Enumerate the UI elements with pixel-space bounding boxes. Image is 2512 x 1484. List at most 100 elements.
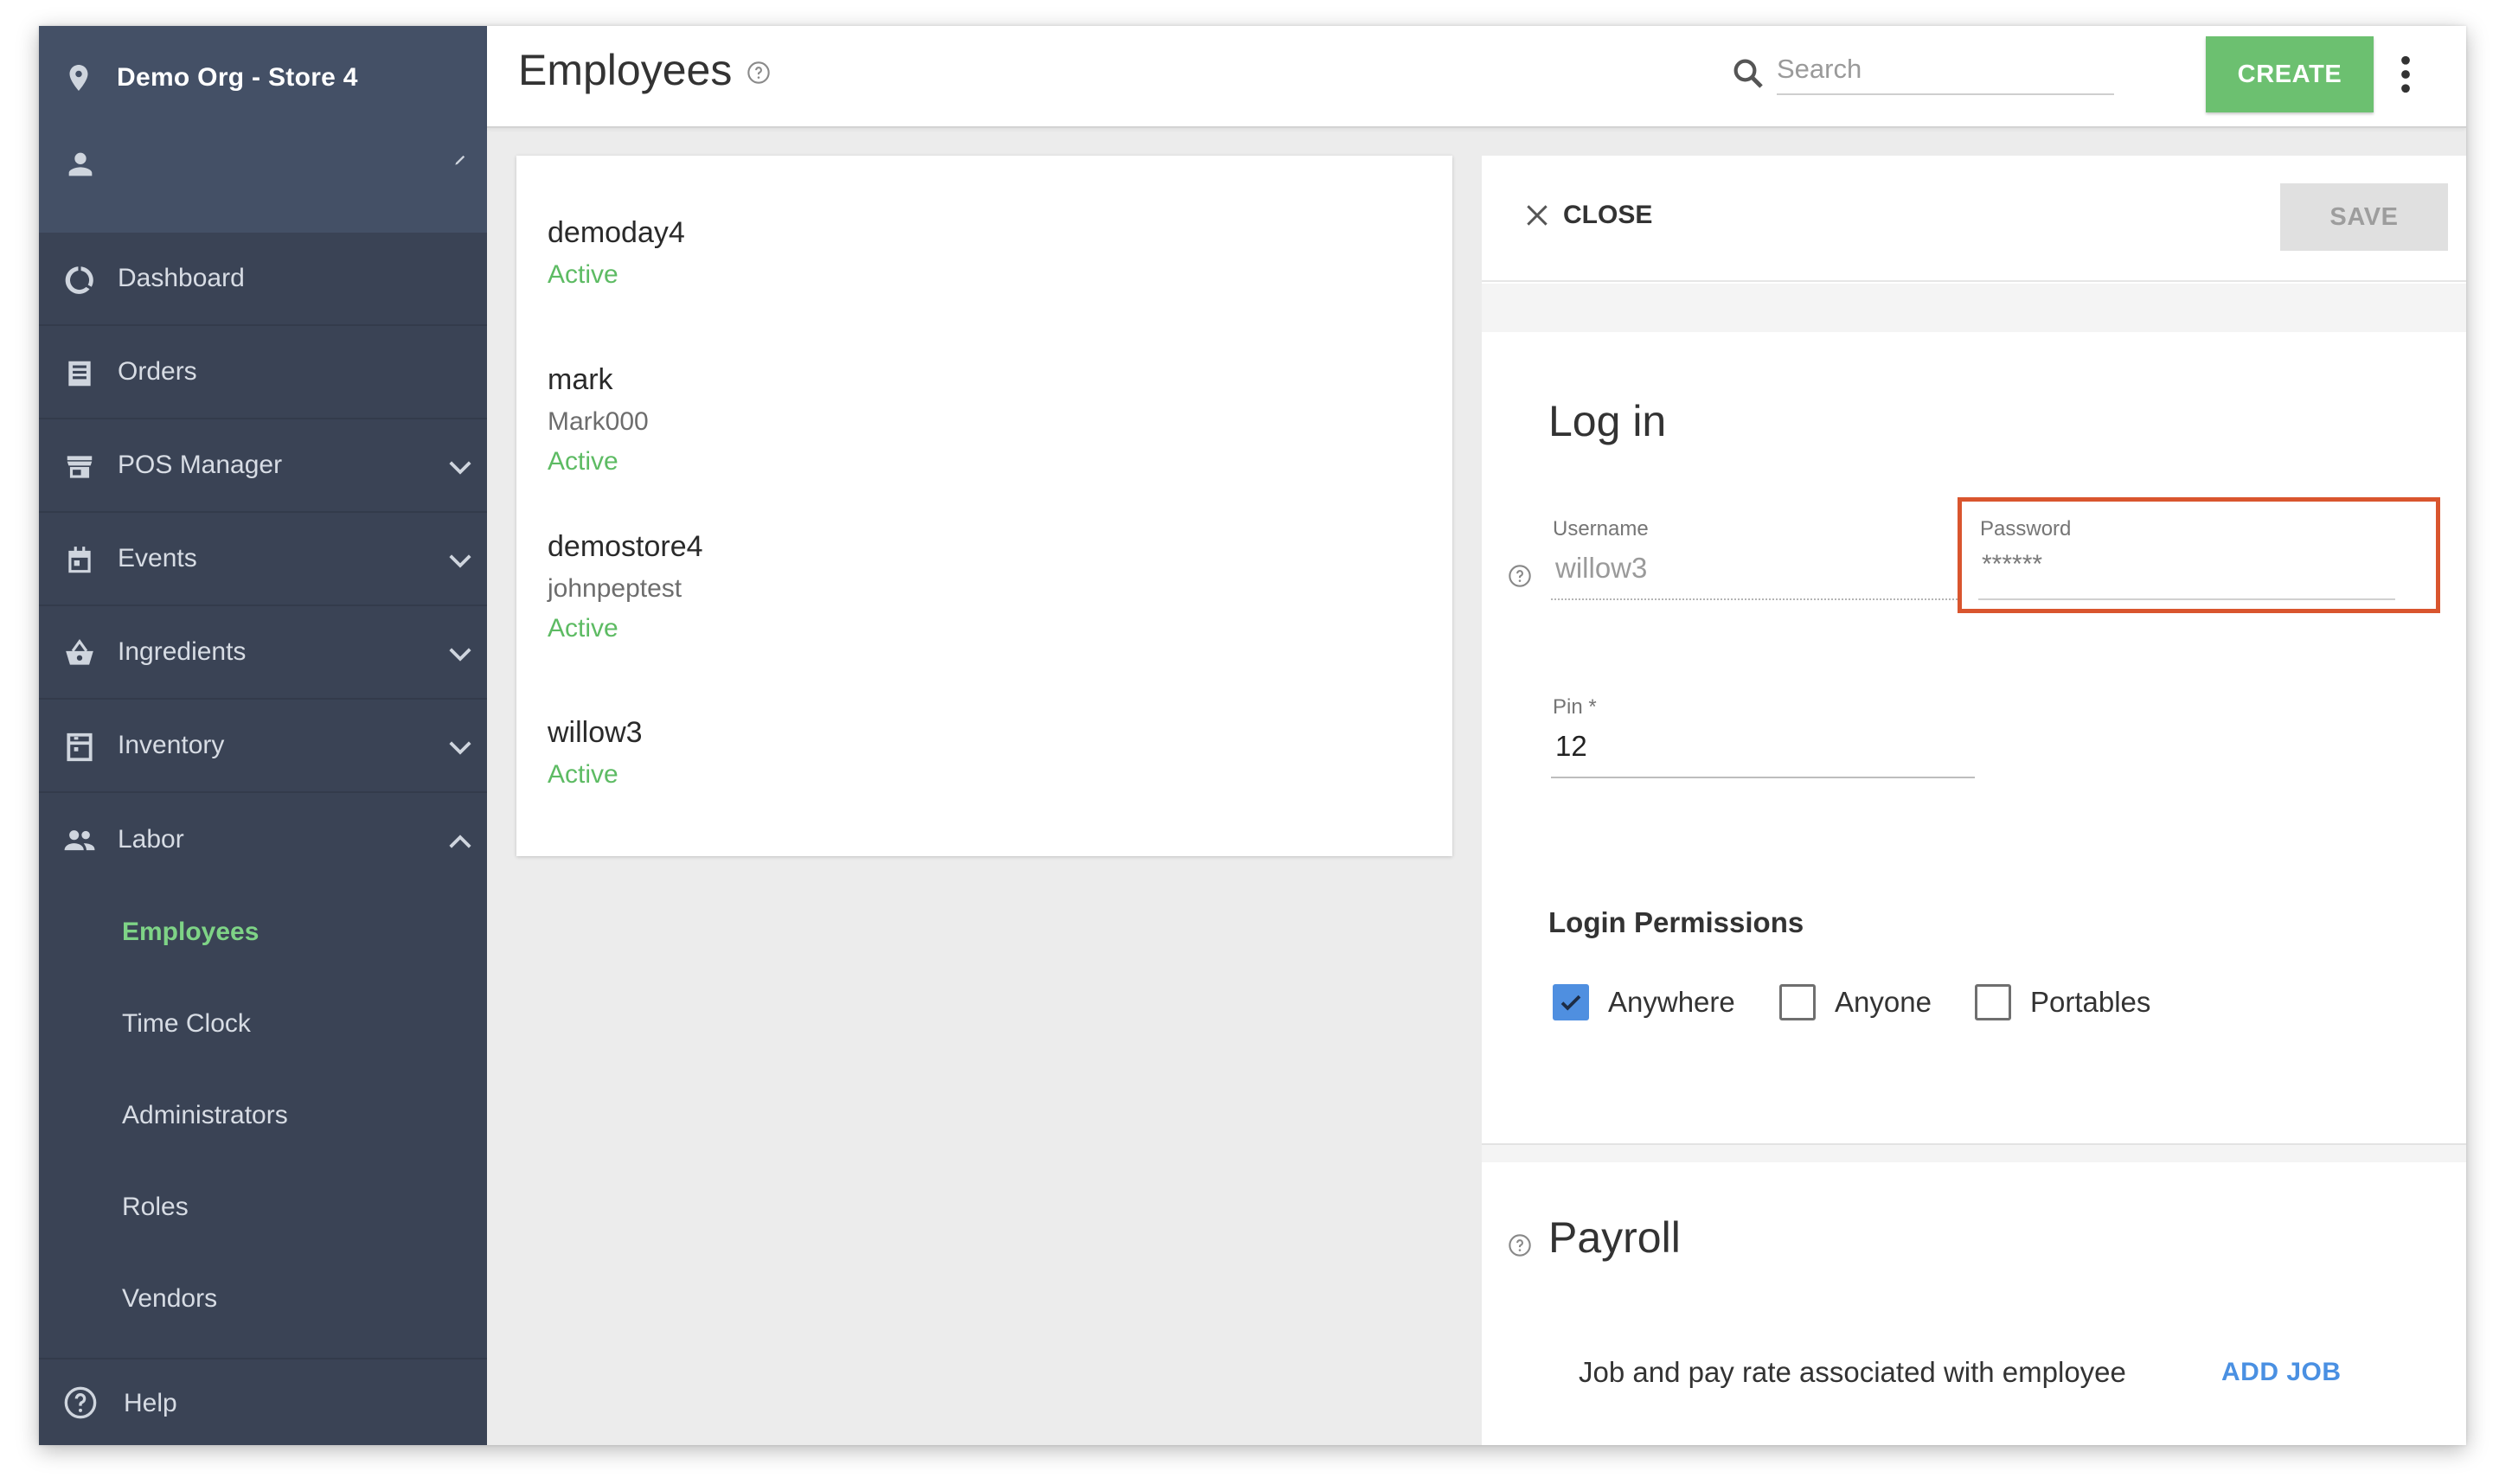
checkbox-label: Anywhere [1608,986,1735,1018]
sidebar-item-label: POS Manager [118,451,283,479]
employee-status: Active [548,260,618,289]
sidebar-item-help[interactable]: Help [39,1358,487,1445]
sidebar-item-pos-manager[interactable]: POS Manager [39,419,487,513]
sidebar-nav: Dashboard Orders POS Manager Events Ingr… [39,233,487,1345]
sidebar-item-label: Inventory [118,731,225,759]
help-icon[interactable] [747,61,771,85]
payroll-description: Job and pay rate associated with employe… [1579,1356,2126,1388]
basket-icon [66,639,93,665]
check-icon [1560,995,1581,1011]
sidebar-header: Demo Org - Store 4 [39,26,487,233]
help-circle-icon [64,1386,97,1419]
sidebar-item-label: Ingredients [118,637,247,666]
close-icon [1527,205,1548,226]
password-underline [1978,598,2395,600]
employee-list-item[interactable]: demostore4 johnpeptest Active [548,530,703,643]
search-input[interactable] [1777,45,2114,95]
sidebar-item-inventory[interactable]: Inventory [39,700,487,793]
sidebar-item-label: Labor [118,825,184,854]
more-vertical-icon[interactable] [2388,52,2423,97]
username-label: Username [1553,517,1649,541]
dashboard-icon [65,266,93,294]
page-title: Employees [518,46,733,94]
password-label: Password [1980,517,2072,541]
help-label: Help [124,1389,177,1417]
help-icon[interactable] [1508,564,1532,588]
sidebar-item-ingredients[interactable]: Ingredients [39,606,487,700]
create-button[interactable]: CREATE [2206,36,2374,112]
close-button[interactable]: CLOSE [1523,201,1652,230]
sidebar-item-label: Events [118,544,197,572]
sidebar-subitem-roles[interactable]: Roles [39,1161,487,1253]
employee-name: willow3 [548,716,643,749]
inventory-icon [67,732,93,762]
username-field: willow3 [1555,552,1648,584]
store-name: Demo Org - Store 4 [117,63,358,92]
username-underline [1551,598,1958,600]
chevron-down-icon [449,461,471,475]
chevron-down-icon [449,554,471,568]
chevron-down-icon [449,648,471,662]
employee-username: johnpeptest [548,574,682,603]
sidebar-item-label: Orders [118,357,197,386]
sidebar: Demo Org - Store 4 Dashboard Orders POS … [39,26,487,1445]
employee-name: demoday4 [548,216,685,249]
checkbox-unchecked[interactable] [1779,984,1816,1020]
employee-status: Active [548,447,618,476]
permission-anyone-checkbox[interactable]: Anyone [1779,984,1932,1020]
search-icon[interactable] [1730,55,1766,92]
employee-username: Mark000 [548,407,649,436]
help-icon[interactable] [1508,1233,1532,1257]
people-icon [64,830,95,851]
permission-portables-checkbox[interactable]: Portables [1975,984,2150,1020]
sidebar-subitem-employees[interactable]: Employees [39,886,487,978]
sidebar-item-label: Dashboard [118,264,245,292]
close-label: CLOSE [1563,201,1653,229]
employee-name: mark [548,363,613,396]
calendar-icon [68,547,91,573]
section-divider [1482,1143,2466,1162]
payroll-section-title: Payroll [1548,1213,1681,1262]
pin-label: Pin * [1553,695,1597,719]
employee-list-item[interactable]: mark Mark000 Active [548,363,649,477]
sidebar-item-dashboard[interactable]: Dashboard [39,233,487,326]
employee-detail-panel: CLOSE SAVE Log in Username willow3 Passw… [1482,156,2466,1445]
checkbox-label: Portables [2030,986,2151,1018]
chevron-down-icon [449,741,471,755]
detail-header: CLOSE SAVE [1482,156,2466,282]
app-window: Demo Org - Store 4 Dashboard Orders POS … [39,26,2466,1445]
user-row[interactable] [63,147,478,190]
employee-name: demostore4 [548,530,703,563]
orders-icon [68,361,91,387]
save-button[interactable]: SAVE [2280,183,2448,251]
store-icon [67,456,93,478]
password-field[interactable]: ****** [1982,550,2042,579]
permission-anywhere-checkbox[interactable]: Anywhere [1553,984,1735,1020]
sidebar-subitem-vendors[interactable]: Vendors [39,1253,487,1345]
top-bar: Employees CREATE [487,26,2466,128]
sidebar-subitem-administrators[interactable]: Administrators [39,1070,487,1161]
checkbox-checked[interactable] [1553,984,1589,1020]
section-divider [1482,284,2466,332]
store-selector[interactable]: Demo Org - Store 4 [63,61,358,95]
checkbox-label: Anyone [1835,986,1932,1018]
employee-status: Active [548,760,618,789]
sidebar-item-events[interactable]: Events [39,513,487,606]
sidebar-subitem-time-clock[interactable]: Time Clock [39,978,487,1070]
pin-underline [1551,777,1975,778]
edit-icon[interactable] [452,150,470,168]
add-job-button[interactable]: ADD JOB [2221,1358,2342,1387]
pin-field[interactable]: 12 [1555,730,1587,763]
login-section-title: Log in [1548,397,1667,445]
chevron-up-icon [449,835,471,848]
employee-list: demoday4 Active mark Mark000 Active demo… [516,156,1452,856]
employee-list-item[interactable]: demoday4 Active [548,216,685,290]
employee-status: Active [548,614,618,643]
employee-list-item[interactable]: willow3 Active [548,716,643,790]
checkbox-unchecked[interactable] [1975,984,2011,1020]
location-pin-icon [69,65,88,91]
login-permissions-title: Login Permissions [1548,906,1804,938]
sidebar-item-orders[interactable]: Orders [39,326,487,419]
person-icon [68,152,93,176]
sidebar-item-labor[interactable]: Labor [39,793,487,886]
